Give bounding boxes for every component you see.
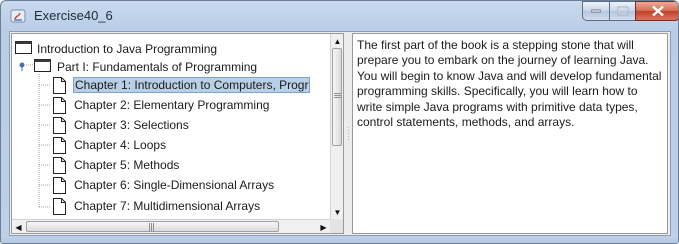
tree-panel: Introduction to Java Programming Part I:… bbox=[11, 33, 344, 234]
scroll-up-arrow-icon[interactable]: ▲ bbox=[331, 34, 343, 48]
document-icon bbox=[53, 177, 66, 194]
tree-node-label: Chapter 7: Multidimensional Arrays bbox=[74, 199, 261, 213]
scrollbar-corner bbox=[330, 219, 343, 233]
tree-node-label: Introduction to Java Programming bbox=[37, 42, 218, 56]
close-button[interactable] bbox=[635, 1, 678, 21]
description-panel: The first part of the book is a stepping… bbox=[352, 33, 668, 234]
window-title: Exercise40_6 bbox=[34, 8, 113, 23]
tree-node-label-selected: Chapter 1: Introduction to Computers, Pr… bbox=[73, 77, 311, 93]
app-window: Exercise40_6 Introduction to Java Progra… bbox=[0, 0, 679, 244]
tree-node-label: Chapter 2: Elementary Programming bbox=[74, 98, 270, 112]
scroll-down-arrow-icon[interactable]: ▼ bbox=[331, 205, 343, 219]
tree-vertical-scrollbar[interactable]: ▲ ▼ bbox=[330, 34, 343, 219]
document-icon bbox=[53, 137, 66, 154]
split-pane-divider[interactable] bbox=[345, 33, 352, 234]
document-icon bbox=[53, 157, 66, 174]
content-area: Introduction to Java Programming Part I:… bbox=[9, 31, 671, 236]
maximize-icon bbox=[617, 6, 628, 16]
folder-icon bbox=[15, 41, 32, 54]
book-tree[interactable]: Introduction to Java Programming Part I:… bbox=[12, 34, 330, 219]
tree-node-label: Chapter 3: Selections bbox=[74, 118, 189, 132]
scroll-left-arrow-icon[interactable]: ◀ bbox=[12, 220, 25, 233]
minimize-button[interactable] bbox=[582, 1, 610, 21]
minimize-icon bbox=[591, 9, 601, 13]
document-icon bbox=[53, 97, 66, 114]
scroll-right-arrow-icon[interactable]: ▶ bbox=[317, 220, 330, 233]
document-icon bbox=[53, 198, 66, 215]
java-app-icon bbox=[10, 9, 26, 23]
grip-icon bbox=[334, 93, 341, 98]
close-icon bbox=[651, 5, 664, 17]
grip-icon bbox=[149, 223, 154, 231]
tree-node-label: Chapter 6: Single-Dimensional Arrays bbox=[74, 178, 275, 192]
tree-node-label: Chapter 4: Loops bbox=[74, 138, 167, 152]
document-icon bbox=[53, 77, 66, 94]
maximize-button[interactable] bbox=[609, 1, 636, 21]
description-text: The first part of the book is a stepping… bbox=[357, 38, 662, 130]
divider-grip-icon bbox=[348, 126, 349, 141]
horizontal-scroll-thumb[interactable] bbox=[26, 221, 279, 232]
tree-node-label: Chapter 5: Methods bbox=[74, 158, 180, 172]
document-icon bbox=[53, 117, 66, 134]
vertical-scroll-thumb[interactable] bbox=[332, 48, 342, 146]
tree-horizontal-scrollbar[interactable]: ◀ ▶ bbox=[12, 219, 330, 233]
title-bar[interactable]: Exercise40_6 bbox=[1, 1, 678, 31]
window-bottom-border[interactable] bbox=[1, 236, 678, 243]
folder-icon bbox=[34, 59, 51, 72]
tree-node-label: Part I: Fundamentals of Programming bbox=[57, 60, 258, 74]
expand-toggle-icon[interactable] bbox=[19, 62, 29, 72]
